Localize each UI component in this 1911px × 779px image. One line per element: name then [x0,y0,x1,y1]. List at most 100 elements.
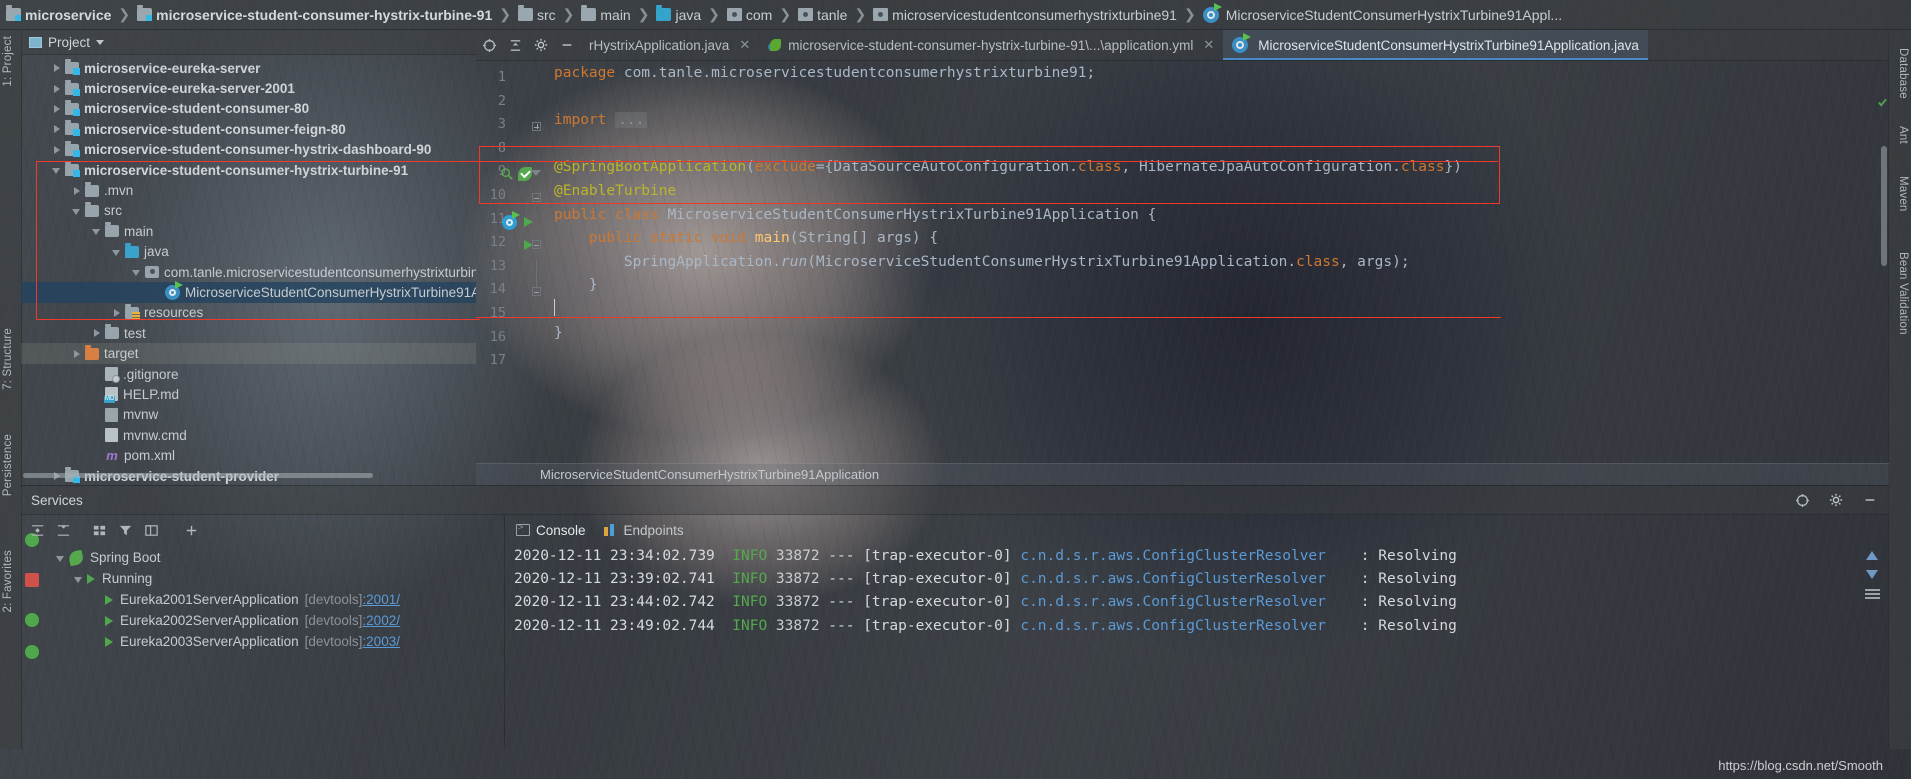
project-tree-row[interactable]: src [21,201,476,221]
code-content[interactable]: package com.tanle.microservicestudentcon… [554,61,1889,486]
scroll-down-icon[interactable] [1866,570,1878,579]
close-icon[interactable]: ✕ [739,37,750,53]
chevron-right-icon[interactable] [111,307,123,319]
collapse-all-icon[interactable] [502,30,528,60]
editor-marker-bar[interactable] [1875,91,1889,516]
code-line[interactable]: package com.tanle.microservicestudentcon… [554,62,1889,86]
code-line[interactable]: @EnableTurbine [554,180,1889,204]
chevron-right-icon[interactable] [51,62,63,74]
services-tree-row[interactable]: Eureka2003ServerApplication [devtools]:20… [21,631,504,652]
tab-endpoints[interactable]: Endpoints [603,515,684,545]
console-output[interactable]: 2020-12-11 23:34:02.739 INFO 33872 --- [… [504,545,1889,749]
settings-gear-icon[interactable] [528,30,554,60]
chevron-right-icon[interactable] [51,103,63,115]
service-port-link[interactable]: :2001/ [362,592,400,607]
project-tree-row[interactable]: HELP.md [21,384,476,404]
project-tree-row[interactable]: microservice-student-consumer-80 [21,99,476,119]
chevron-down-icon[interactable] [91,225,103,237]
code-line[interactable]: public static void main(String[] args) { [554,227,1889,251]
tool-window-button-database[interactable]: Database [1897,48,1909,99]
breadcrumb-item-package[interactable]: microservicestudentconsumerhystrixturbin… [873,7,1177,23]
close-icon[interactable]: ✕ [1203,37,1214,53]
fold-expand-icon[interactable] [532,122,541,132]
code-line[interactable] [554,133,1889,157]
code-line[interactable] [554,86,1889,110]
filter-icon[interactable] [113,518,137,542]
code-editor[interactable]: 1 2 3 8 9 10 11 12 13 14 15 16 17 package com.tanle.… [476,61,1889,486]
service-port-link[interactable]: :2003/ [362,634,400,649]
collapse-all-icon[interactable] [51,518,75,542]
settings-gear-icon[interactable] [1825,489,1847,511]
tool-window-button-maven[interactable]: Maven [1897,176,1909,212]
chevron-right-icon[interactable] [71,185,83,197]
project-tree-row[interactable]: test [21,323,476,343]
chevron-down-icon[interactable] [111,246,123,258]
code-line[interactable]: SpringApplication.run(MicroserviceStuden… [554,251,1889,275]
services-tree[interactable]: Spring Boot Running Eureka2001ServerApplic… [21,545,504,652]
project-tree-horizontal-scrollbar[interactable] [21,473,476,480]
project-file-tree[interactable]: microservice-eureka-server microservice-e… [21,55,476,486]
services-tree-row[interactable]: Eureka2002ServerApplication [devtools]:20… [21,610,504,631]
breadcrumb-item-tanle[interactable]: tanle [798,7,847,23]
show-console-icon[interactable] [139,518,163,542]
scrollbar-thumb[interactable] [23,473,373,478]
group-icon[interactable] [87,518,111,542]
add-icon[interactable] [179,518,203,542]
chevron-down-icon[interactable] [131,266,143,278]
code-line[interactable]: import ... [554,109,1889,133]
project-panel-header[interactable]: Project [21,30,476,55]
inspection-ok-icon[interactable] [1878,95,1887,107]
project-tree-row[interactable]: java [21,242,476,262]
project-tree-row[interactable]: com.tanle.microservicestudentconsumerhys… [21,262,476,282]
fold-collapse-icon[interactable] [532,193,541,202]
fold-collapse-icon[interactable] [532,287,541,297]
spring-bean-search-icon[interactable] [500,167,514,184]
scroll-up-icon[interactable] [1866,551,1878,560]
breadcrumb-item-turbine91[interactable]: microservice-student-consumer-hystrix-tu… [137,5,492,23]
services-tree-row[interactable]: Eureka2001ServerApplication [devtools]:20… [21,589,504,610]
chevron-down-icon[interactable] [55,552,67,564]
breadcrumb-item-class[interactable]: MicroserviceStudentConsumerHystrixTurbin… [1202,2,1562,23]
services-tree-row[interactable]: Running [21,568,504,589]
breadcrumb-item-microservice[interactable]: microservice [6,5,111,23]
chevron-right-icon[interactable] [51,83,63,95]
project-tree-row[interactable]: microservice-student-consumer-hystrix-da… [21,140,476,160]
editor-tab-2[interactable]: MicroserviceStudentConsumerHystrixTurbin… [1223,30,1648,60]
project-tree-row[interactable]: main [21,221,476,241]
soft-wrap-icon[interactable] [1864,589,1880,600]
project-tree-row[interactable]: target [21,343,476,364]
service-port-link[interactable]: :2002/ [362,613,400,628]
chevron-right-icon[interactable] [51,123,63,135]
project-tree-row[interactable]: microservice-eureka-server [21,58,476,78]
project-tree-row[interactable]: .gitignore [21,364,476,384]
fold-collapse-icon[interactable] [532,240,541,250]
project-tree-row[interactable]: m pom.xml [21,445,476,465]
editor-tab-1[interactable]: microservice-student-consumer-hystrix-tu… [759,30,1223,60]
tool-window-button-project[interactable]: 1: Project [2,36,14,87]
fold-collapse-icon[interactable] [531,170,541,177]
editor-vertical-scrollbar-thumb[interactable] [1881,146,1887,266]
breadcrumb-item-src[interactable]: src [517,5,556,23]
code-line[interactable] [554,298,1889,322]
code-line[interactable] [554,345,1889,369]
project-tree-row[interactable]: mvnw.cmd [21,425,476,445]
code-line[interactable]: public class MicroserviceStudentConsumer… [554,204,1889,228]
spring-leaf-check-icon[interactable] [518,167,532,182]
project-tree-row[interactable]: microservice-student-consumer-feign-80 [21,119,476,139]
tool-window-button-favorites[interactable]: 2: Favorites [2,550,14,612]
project-tree-row[interactable]: microservice-student-consumer-hystrix-tu… [21,160,476,180]
tool-window-button-persistence[interactable]: Persistence [2,434,14,496]
project-tree-row[interactable]: microservice-eureka-server-2001 [21,78,476,98]
locate-file-icon[interactable] [476,30,502,60]
code-line[interactable]: } [554,322,1889,346]
breadcrumb-item-com[interactable]: com [726,7,772,23]
code-line[interactable]: } [554,274,1889,298]
services-tree-row[interactable]: Spring Boot [21,547,504,568]
chevron-right-icon[interactable] [91,327,103,339]
hide-tool-window-icon[interactable] [554,30,580,60]
project-tree-row[interactable]: MicroserviceStudentConsumerHystrixTurbin… [21,280,476,303]
run-gutter-icon[interactable] [524,216,533,227]
editor-gutter[interactable]: 1 2 3 8 9 10 11 12 13 14 15 16 17 [476,61,554,486]
spring-bean-icon[interactable] [502,210,520,230]
expand-all-icon[interactable] [25,518,49,542]
